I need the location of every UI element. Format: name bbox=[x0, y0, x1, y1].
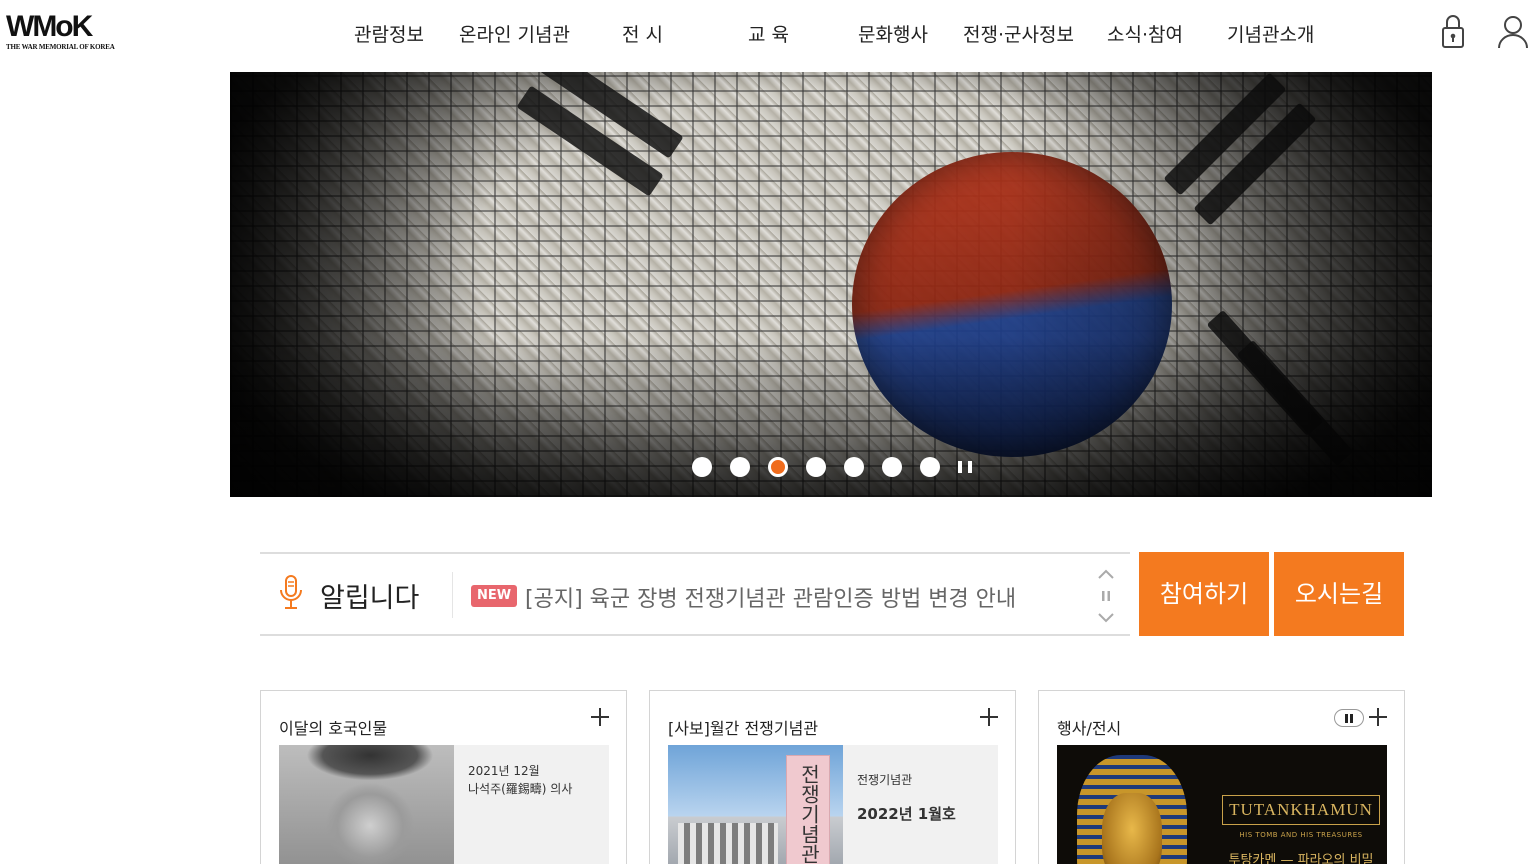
notice-heading: 알립니다 bbox=[320, 583, 420, 614]
plus-icon[interactable] bbox=[590, 707, 610, 727]
slider-dot[interactable] bbox=[844, 457, 864, 477]
logo-wordmark: WMoK bbox=[6, 10, 93, 43]
chevron-up-icon[interactable] bbox=[1096, 566, 1116, 582]
notice-pause-icon[interactable] bbox=[1096, 588, 1116, 604]
card-person-name: 나석주(羅錫疇) 의사 bbox=[468, 782, 573, 796]
slider-pagination bbox=[692, 457, 972, 477]
nav-about[interactable]: 기념관소개 bbox=[1227, 20, 1314, 47]
nav-war-military-info[interactable]: 전쟁·군사정보 bbox=[963, 20, 1074, 47]
divider bbox=[452, 572, 453, 618]
directions-button[interactable]: 오시는길 bbox=[1274, 552, 1404, 636]
card-title: [사보]월간 전쟁기념관 bbox=[668, 719, 819, 738]
portrait-image bbox=[279, 745, 454, 864]
slider-dot[interactable] bbox=[692, 457, 712, 477]
new-badge: NEW bbox=[471, 585, 517, 607]
poster-subtitle: HIS TOMB AND HIS TREASURES bbox=[1239, 831, 1363, 839]
card-monthly-magazine: [사보]월간 전쟁기념관 전쟁기념관 전쟁기념관 2022년 1월호 bbox=[649, 690, 1016, 864]
hero-slider[interactable] bbox=[230, 72, 1432, 497]
poster-korean-title: 투탕카멘 — 파라오의 비밀 bbox=[1228, 853, 1374, 864]
card-hero-of-month: 이달의 호국인물 2021년 12월 나석주(羅錫疇) 의사 bbox=[260, 690, 627, 864]
chevron-down-icon[interactable] bbox=[1096, 610, 1116, 626]
event-poster[interactable]: TUTANKHAMUN HIS TOMB AND HIS TREASURES 투… bbox=[1057, 745, 1387, 864]
logo-subtitle: THE WAR MEMORIAL OF KOREA bbox=[6, 43, 115, 51]
slider-dot[interactable] bbox=[920, 457, 940, 477]
slider-dot[interactable] bbox=[730, 457, 750, 477]
notice-bar: 알립니다 NEW [공지] 육군 장병 전쟁기념관 관람인증 방법 변경 안내 bbox=[260, 552, 1130, 636]
card-content[interactable]: 전쟁기념관 전쟁기념관 2022년 1월호 bbox=[668, 745, 998, 864]
card-title: 행사/전시 bbox=[1057, 719, 1122, 738]
card-title: 이달의 호국인물 bbox=[279, 719, 388, 738]
plus-icon[interactable] bbox=[979, 707, 999, 727]
nav-exhibition[interactable]: 전 시 bbox=[622, 20, 663, 47]
slider-dot[interactable] bbox=[882, 457, 902, 477]
notice-link[interactable]: [공지] 육군 장병 전쟁기념관 관람인증 방법 변경 안내 bbox=[525, 581, 1016, 613]
carousel-pause-icon[interactable] bbox=[1334, 709, 1364, 727]
card-date: 2021년 12월 bbox=[468, 764, 540, 778]
nav-news-participation[interactable]: 소식·참여 bbox=[1107, 20, 1183, 47]
lock-icon[interactable] bbox=[1434, 12, 1472, 52]
card-events-exhibitions: 행사/전시 TUTANKHAMUN HIS TOMB AND HIS TREAS… bbox=[1038, 690, 1405, 864]
cover-title: 전쟁기념관 bbox=[797, 764, 821, 864]
magazine-cover-image: 전쟁기념관 bbox=[668, 745, 843, 864]
user-icon[interactable] bbox=[1494, 12, 1532, 52]
slider-pause-icon[interactable] bbox=[958, 459, 972, 475]
site-logo[interactable]: WMoK THE WAR MEMORIAL OF KOREA bbox=[6, 12, 120, 52]
card-issue: 2022년 1월호 bbox=[857, 805, 956, 823]
plus-icon[interactable] bbox=[1368, 707, 1388, 727]
card-publisher: 전쟁기념관 bbox=[857, 773, 913, 787]
nav-online-memorial[interactable]: 온라인 기념관 bbox=[459, 20, 570, 47]
nav-education[interactable]: 교 육 bbox=[748, 20, 789, 47]
nav-visit-info[interactable]: 관람정보 bbox=[354, 20, 424, 47]
participate-button[interactable]: 참여하기 bbox=[1139, 552, 1269, 636]
slider-dot-active[interactable] bbox=[768, 457, 788, 477]
card-content[interactable]: 2021년 12월 나석주(羅錫疇) 의사 bbox=[279, 745, 609, 864]
microphone-icon bbox=[278, 574, 304, 612]
nav-cultural-events[interactable]: 문화행사 bbox=[858, 20, 928, 47]
slider-dot[interactable] bbox=[806, 457, 826, 477]
poster-title: TUTANKHAMUN bbox=[1222, 795, 1380, 825]
